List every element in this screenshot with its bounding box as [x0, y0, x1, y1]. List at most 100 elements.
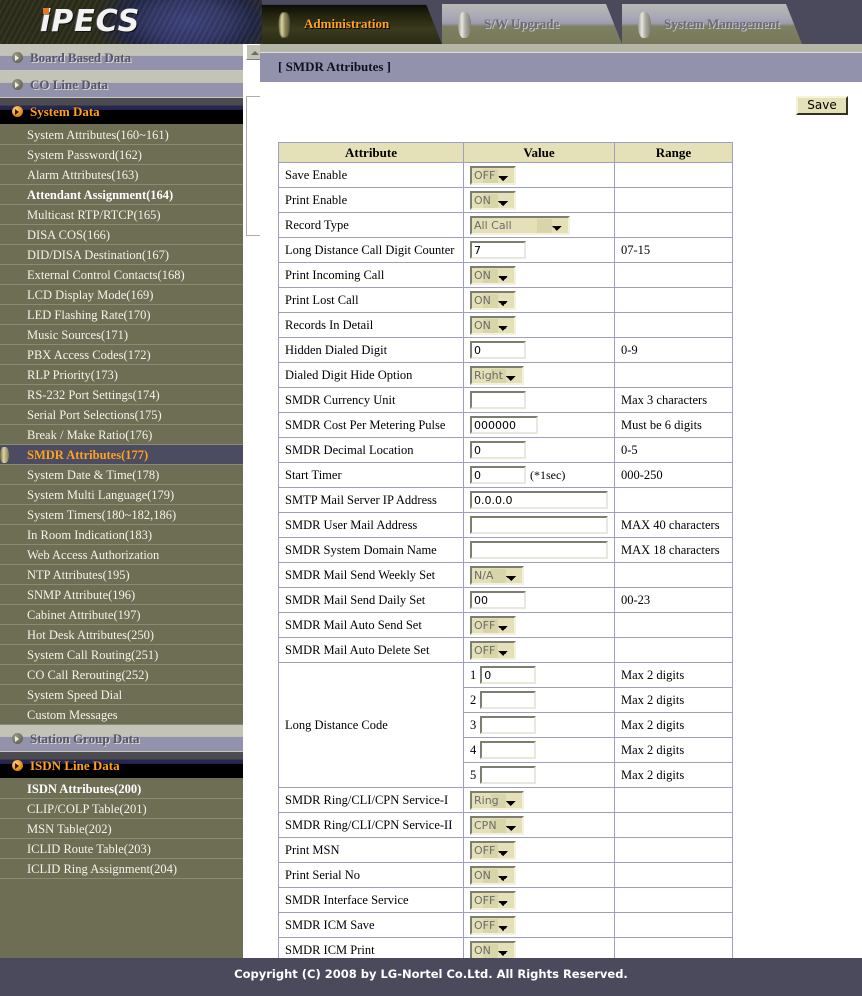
sidebar-item-system-24[interactable]: Cabinet Attribute(197) [0, 605, 243, 625]
sidebar-item-label: Cabinet Attribute(197) [27, 608, 141, 622]
sidebar-item-system-29[interactable]: Custom Messages [0, 705, 243, 725]
smdr-ring-cli-cpn-service-i-select[interactable]: RingCLICPN [470, 790, 524, 810]
sidebar-group-board-based-data[interactable]: Board Based Data [0, 44, 243, 71]
print-msn-select[interactable]: OFFON [470, 840, 516, 860]
scrollbar-thumb[interactable] [246, 96, 261, 236]
sidebar-item-system-15[interactable]: Break / Make Ratio(176) [0, 425, 243, 445]
long-distance-code-4-input[interactable] [480, 741, 537, 759]
dialed-digit-hide-option-select[interactable]: RightLeft [470, 365, 524, 385]
sidebar-item-label: Music Sources(171) [27, 328, 129, 342]
hidden-dialed-digit-input[interactable] [470, 341, 526, 359]
sidebar-item-system-5[interactable]: DISA COS(166) [0, 225, 243, 245]
sidebar-item-isdn-3[interactable]: ICLID Route Table(203) [0, 839, 243, 859]
sidebar-item-system-23[interactable]: SNMP Attribute(196) [0, 585, 243, 605]
sidebar-item-system-12[interactable]: RLP Priority(173) [0, 365, 243, 385]
sidebar-navigation[interactable]: Board Based Data CO Line Data System Dat… [0, 44, 243, 958]
save-button[interactable]: Save [796, 96, 848, 115]
smdr-cost-per-metering-pulse-input[interactable] [470, 416, 538, 434]
sidebar-item-system-21[interactable]: Web Access Authorization [0, 545, 243, 565]
table-row: Print Serial No ONOFF [278, 862, 733, 888]
smdr-icm-print-select[interactable]: ONOFF [470, 940, 516, 960]
sidebar-group-system-data[interactable]: System Data [0, 98, 243, 125]
sidebar-item-isdn-2[interactable]: MSN Table(202) [0, 819, 243, 839]
sidebar-item-system-6[interactable]: DID/DISA Destination(167) [0, 245, 243, 265]
table-row: Records In Detail ONOFF [278, 312, 733, 338]
value-cell: OFFON [463, 912, 615, 938]
smdr-ring-cli-cpn-service-ii-select[interactable]: CPNCLIRing [470, 815, 524, 835]
smdr-mail-send-weekly-set-select[interactable]: N/ASunMon [470, 565, 524, 585]
sidebar-item-system-16[interactable]: SMDR Attributes(177) [0, 445, 243, 465]
smdr-icm-save-select[interactable]: OFFON [470, 915, 516, 935]
attribute-label: Print Incoming Call [278, 262, 464, 288]
sidebar-item-system-4[interactable]: Multicast RTP/RTCP(165) [0, 205, 243, 225]
sidebar-item-system-11[interactable]: PBX Access Codes(172) [0, 345, 243, 365]
sidebar-group-station-group-data[interactable]: Station Group Data [0, 725, 243, 752]
sidebar-item-isdn-0[interactable]: ISDN Attributes(200) [0, 779, 243, 799]
print-incoming-call-select[interactable]: ONOFF [470, 265, 516, 285]
sidebar-item-system-7[interactable]: External Control Contacts(168) [0, 265, 243, 285]
record-type-select[interactable]: All CallToll Call [470, 215, 570, 235]
sidebar-item-system-8[interactable]: LCD Display Mode(169) [0, 285, 243, 305]
sidebar-item-label: Multicast RTP/RTCP(165) [27, 208, 161, 222]
range-cell [614, 212, 733, 238]
tab-administration[interactable]: Administration [262, 4, 442, 44]
sidebar-item-system-14[interactable]: Serial Port Selections(175) [0, 405, 243, 425]
sidebar-item-system-25[interactable]: Hot Desk Attributes(250) [0, 625, 243, 645]
sidebar-item-system-27[interactable]: CO Call Rerouting(252) [0, 665, 243, 685]
sidebar-scrollbar[interactable] [244, 44, 261, 958]
sidebar-item-system-1[interactable]: System Password(162) [0, 145, 243, 165]
start-timer-input[interactable] [470, 466, 526, 484]
sidebar-item-system-28[interactable]: System Speed Dial [0, 685, 243, 705]
sidebar-item-system-13[interactable]: RS-232 Port Settings(174) [0, 385, 243, 405]
scrollbar-up-button[interactable] [246, 44, 261, 60]
sidebar-item-isdn-1[interactable]: CLIP/COLP Table(201) [0, 799, 243, 819]
sidebar-item-system-10[interactable]: Music Sources(171) [0, 325, 243, 345]
attribute-label: SMDR Ring/CLI/CPN Service-II [278, 812, 464, 838]
print-serial-no-select[interactable]: ONOFF [470, 865, 516, 885]
sidebar-item-system-17[interactable]: System Date & Time(178) [0, 465, 243, 485]
smdr-system-domain-name-input[interactable] [470, 541, 608, 559]
smdr-currency-unit-input[interactable] [470, 391, 526, 409]
tab-sw-upgrade[interactable]: S/W Upgrade [442, 4, 622, 44]
tab-system-management[interactable]: System Management [622, 4, 802, 44]
sidebar-item-isdn-4[interactable]: ICLID Ring Assignment(204) [0, 859, 243, 879]
long-distance-code-3-input[interactable] [480, 716, 537, 734]
smdr-interface-service-select[interactable]: OFFON [470, 890, 516, 910]
smdr-attributes-table: Attribute Value Range Save EnableOFFONPr… [278, 142, 733, 996]
long-distance-call-digit-counter-input[interactable] [470, 241, 526, 259]
sidebar-item-system-18[interactable]: System Multi Language(179) [0, 485, 243, 505]
chevron-right-icon [12, 733, 23, 744]
sidebar-group-isdn-line-data[interactable]: ISDN Line Data [0, 752, 243, 779]
range-cell: 000-250 [614, 462, 733, 488]
sidebar-item-system-26[interactable]: System Call Routing(251) [0, 645, 243, 665]
sidebar-item-label: External Control Contacts(168) [27, 268, 185, 282]
long-distance-code-1-input[interactable] [480, 666, 537, 684]
sidebar-item-system-20[interactable]: In Room Indication(183) [0, 525, 243, 545]
smdr-mail-auto-delete-set-select[interactable]: OFFON [470, 640, 516, 660]
sidebar-item-label: Hot Desk Attributes(250) [27, 628, 155, 642]
sidebar-item-system-22[interactable]: NTP Attributes(195) [0, 565, 243, 585]
records-in-detail-select[interactable]: ONOFF [470, 315, 516, 335]
print-enable-select[interactable]: ONOFF [470, 190, 516, 210]
unit-note: (*1sec) [530, 467, 566, 482]
sidebar-item-system-9[interactable]: LED Flashing Rate(170) [0, 305, 243, 325]
smdr-mail-send-daily-set-input[interactable] [470, 591, 526, 609]
sidebar-group-label: ISDN Line Data [30, 758, 120, 773]
smdr-decimal-location-input[interactable] [470, 441, 526, 459]
sidebar-group-co-line-data[interactable]: CO Line Data [0, 71, 243, 98]
range-cell: 00-23 [614, 587, 733, 613]
smdr-mail-auto-send-set-select[interactable]: OFFON [470, 615, 516, 635]
long-distance-code-2-input[interactable] [480, 691, 537, 709]
smtp-mail-server-ip-address-input[interactable] [470, 491, 608, 509]
smdr-user-mail-address-input[interactable] [470, 516, 608, 534]
save-enable-select[interactable]: OFFON [470, 165, 516, 185]
long-distance-code-5-input[interactable] [480, 766, 537, 784]
attribute-label: SMDR Cost Per Metering Pulse [278, 412, 464, 438]
table-row: SMDR Mail Auto Delete Set OFFON [278, 637, 733, 663]
sidebar-item-system-19[interactable]: System Timers(180~182,186) [0, 505, 243, 525]
table-row: Hidden Dialed Digit 0-9 [278, 337, 733, 363]
sidebar-item-system-0[interactable]: System Attributes(160~161) [0, 125, 243, 145]
sidebar-item-system-3[interactable]: Attendant Assignment(164) [0, 185, 243, 205]
print-lost-call-select[interactable]: ONOFF [470, 290, 516, 310]
sidebar-item-system-2[interactable]: Alarm Attributes(163) [0, 165, 243, 185]
